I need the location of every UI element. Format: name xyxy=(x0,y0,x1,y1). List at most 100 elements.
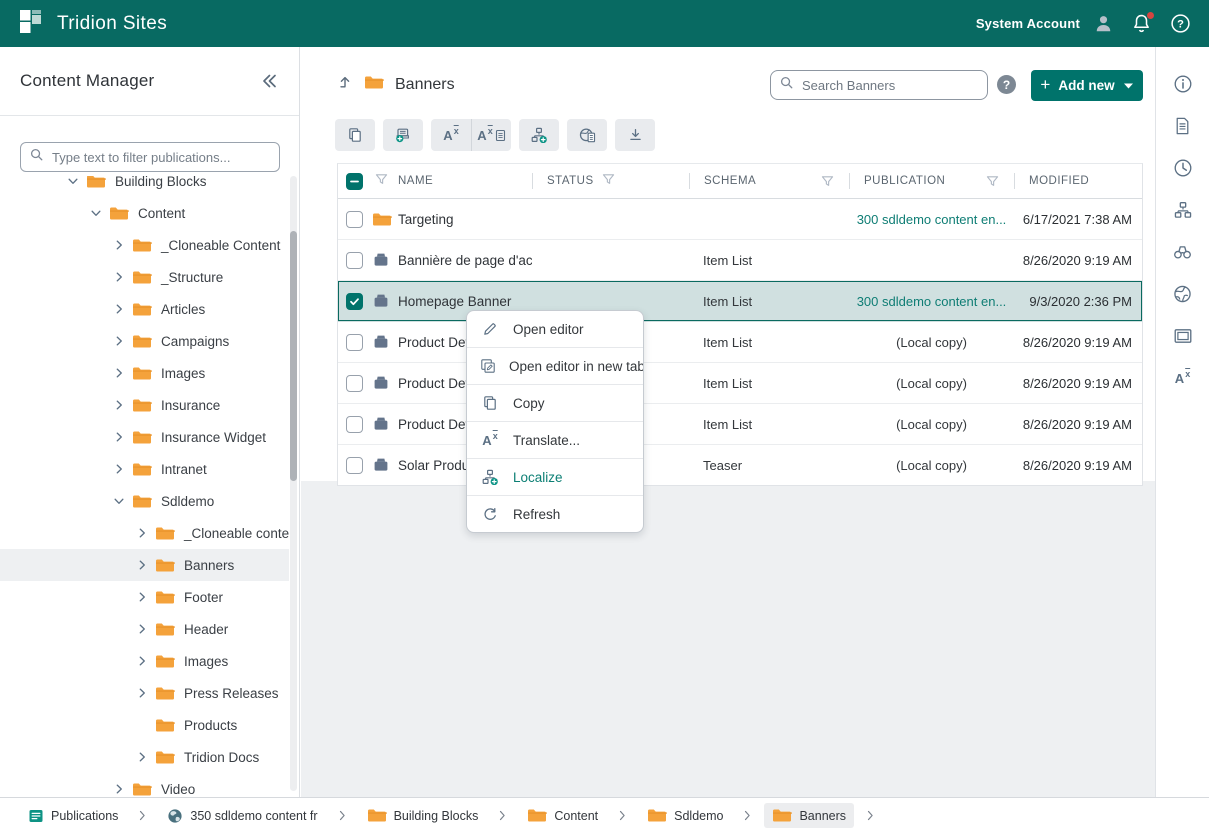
chevron-right-icon[interactable] xyxy=(134,685,150,701)
menu-item-refresh[interactable]: Refresh xyxy=(467,495,643,532)
rail-preview-button[interactable] xyxy=(1171,325,1195,347)
chevron-right-icon[interactable] xyxy=(134,717,150,733)
chevron-right-icon[interactable] xyxy=(111,429,127,445)
copy-button[interactable] xyxy=(335,119,375,151)
chevron-right-icon[interactable] xyxy=(111,365,127,381)
chevron-right-icon[interactable] xyxy=(111,301,127,317)
chevron-right-icon[interactable] xyxy=(134,621,150,637)
column-header-status[interactable]: STATUS xyxy=(532,164,689,198)
table-row[interactable]: Product DetItem List(Local copy)8/26/202… xyxy=(338,404,1142,445)
rail-info-button[interactable] xyxy=(1171,73,1195,95)
menu-item-copy[interactable]: Copy xyxy=(467,384,643,421)
chevron-right-icon[interactable] xyxy=(134,653,150,669)
notifications-bell-icon[interactable] xyxy=(1131,13,1152,34)
select-all-checkbox[interactable] xyxy=(346,173,363,190)
chevron-right-icon[interactable] xyxy=(134,525,150,541)
tree-item-press-releases[interactable]: Press Releases xyxy=(0,677,289,709)
tree-item-campaigns[interactable]: Campaigns xyxy=(0,325,289,357)
rail-blueprint-button[interactable] xyxy=(1171,199,1195,221)
breadcrumb-sdldemo[interactable]: Sdldemo xyxy=(639,803,731,828)
help-icon[interactable]: ? xyxy=(1170,13,1191,34)
chevron-right-icon[interactable] xyxy=(111,781,127,797)
tree-scrollbar-thumb[interactable] xyxy=(290,231,297,481)
chevron-right-icon[interactable] xyxy=(111,397,127,413)
rail-document-button[interactable] xyxy=(1171,115,1195,137)
tree-item--cloneable-content[interactable]: _Cloneable Content xyxy=(0,229,289,261)
tree-item-content[interactable]: Content xyxy=(0,197,289,229)
table-row[interactable]: Product DetItem List(Local copy)8/26/202… xyxy=(338,363,1142,404)
list-search-input[interactable] xyxy=(800,77,980,94)
localize-button[interactable] xyxy=(519,119,559,151)
translation-job-add-button[interactable] xyxy=(383,119,423,151)
table-row[interactable]: Solar ProducTeaser(Local copy)8/26/2020 … xyxy=(338,445,1142,485)
globe-page-button[interactable] xyxy=(567,119,607,151)
up-one-level-icon[interactable] xyxy=(337,73,355,96)
chevron-right-icon[interactable] xyxy=(134,749,150,765)
menu-item-open-editor-in-new-tab[interactable]: Open editor in new tab xyxy=(467,347,643,384)
table-row[interactable]: Targeting300 sdldemo content en...6/17/2… xyxy=(338,199,1142,240)
breadcrumb-content[interactable]: Content xyxy=(519,803,606,828)
chevron-right-icon[interactable] xyxy=(111,237,127,253)
tree-item-images[interactable]: Images xyxy=(0,645,289,677)
chevron-right-icon[interactable] xyxy=(134,557,150,573)
tree-item-building-blocks[interactable]: Building Blocks xyxy=(0,176,289,197)
tree-item-banners[interactable]: Banners xyxy=(0,549,289,581)
filter-funnel-icon[interactable] xyxy=(601,172,616,190)
filter-funnel-icon[interactable] xyxy=(374,172,389,190)
tree-item-insurance[interactable]: Insurance xyxy=(0,389,289,421)
rail-world-button[interactable] xyxy=(1171,283,1195,305)
chevron-right-icon[interactable] xyxy=(134,589,150,605)
row-checkbox[interactable] xyxy=(346,457,363,474)
breadcrumb-building-blocks[interactable]: Building Blocks xyxy=(359,803,487,828)
table-row[interactable]: Homepage BannerItem List300 sdldemo cont… xyxy=(338,281,1142,322)
translation-list-button[interactable]: Ax xyxy=(471,119,511,151)
column-header-schema[interactable]: SCHEMA xyxy=(689,164,849,198)
item-publication-link[interactable]: 300 sdldemo content en... xyxy=(849,212,1014,227)
tree-item-intranet[interactable]: Intranet xyxy=(0,453,289,485)
tree-item-tridion-docs[interactable]: Tridion Docs xyxy=(0,741,289,773)
rail-translate-button[interactable]: Ax xyxy=(1171,367,1195,389)
row-checkbox[interactable] xyxy=(346,252,363,269)
menu-item-translate[interactable]: AxTranslate... xyxy=(467,421,643,458)
translate-button[interactable]: Ax xyxy=(431,119,471,151)
row-checkbox[interactable] xyxy=(346,211,363,228)
rail-history-button[interactable] xyxy=(1171,157,1195,179)
tree-item-video[interactable]: Video xyxy=(0,773,289,797)
add-new-button[interactable]: + Add new xyxy=(1031,70,1143,101)
rail-where-used-button[interactable] xyxy=(1171,241,1195,263)
row-checkbox[interactable] xyxy=(346,334,363,351)
tree-item-header[interactable]: Header xyxy=(0,613,289,645)
menu-item-localize[interactable]: Localize xyxy=(467,458,643,495)
item-publication-link[interactable]: 300 sdldemo content en... xyxy=(849,294,1014,309)
table-row[interactable]: Product DetItem List(Local copy)8/26/202… xyxy=(338,322,1142,363)
collapse-sidebar-icon[interactable] xyxy=(259,71,279,91)
chevron-right-icon[interactable] xyxy=(111,269,127,285)
tree-item-insurance-widget[interactable]: Insurance Widget xyxy=(0,421,289,453)
column-header-name[interactable]: NAME xyxy=(372,164,532,198)
filter-funnel-icon[interactable] xyxy=(985,174,1000,189)
tree-item-articles[interactable]: Articles xyxy=(0,293,289,325)
chevron-right-icon[interactable] xyxy=(111,333,127,349)
row-checkbox[interactable] xyxy=(346,375,363,392)
chevron-down-icon[interactable] xyxy=(88,205,104,221)
tree-item-products[interactable]: Products xyxy=(0,709,289,741)
column-header-publication[interactable]: PUBLICATION xyxy=(849,164,1014,198)
chevron-down-icon[interactable] xyxy=(111,493,127,509)
tree-item-images[interactable]: Images xyxy=(0,357,289,389)
chevron-right-icon[interactable] xyxy=(111,461,127,477)
breadcrumb-banners[interactable]: Banners xyxy=(764,803,854,828)
table-row[interactable]: Bannière de page d'acc...Item List8/26/2… xyxy=(338,240,1142,281)
breadcrumb-350-sdldemo-content-fr[interactable]: 350 sdldemo content fr xyxy=(159,804,325,828)
chevron-down-icon[interactable] xyxy=(65,176,81,189)
publication-filter-input[interactable] xyxy=(50,149,271,166)
tree-scrollbar[interactable] xyxy=(290,176,297,791)
filter-funnel-icon[interactable] xyxy=(820,174,835,189)
breadcrumb-publications[interactable]: Publications xyxy=(20,804,126,828)
row-checkbox[interactable] xyxy=(346,416,363,433)
tree-item--structure[interactable]: _Structure xyxy=(0,261,289,293)
tree-item-footer[interactable]: Footer xyxy=(0,581,289,613)
menu-item-open-editor[interactable]: Open editor xyxy=(467,311,643,347)
column-header-modified[interactable]: MODIFIED xyxy=(1014,164,1142,198)
row-checkbox[interactable] xyxy=(346,293,363,310)
tree-item--cloneable-content[interactable]: _Cloneable content xyxy=(0,517,289,549)
